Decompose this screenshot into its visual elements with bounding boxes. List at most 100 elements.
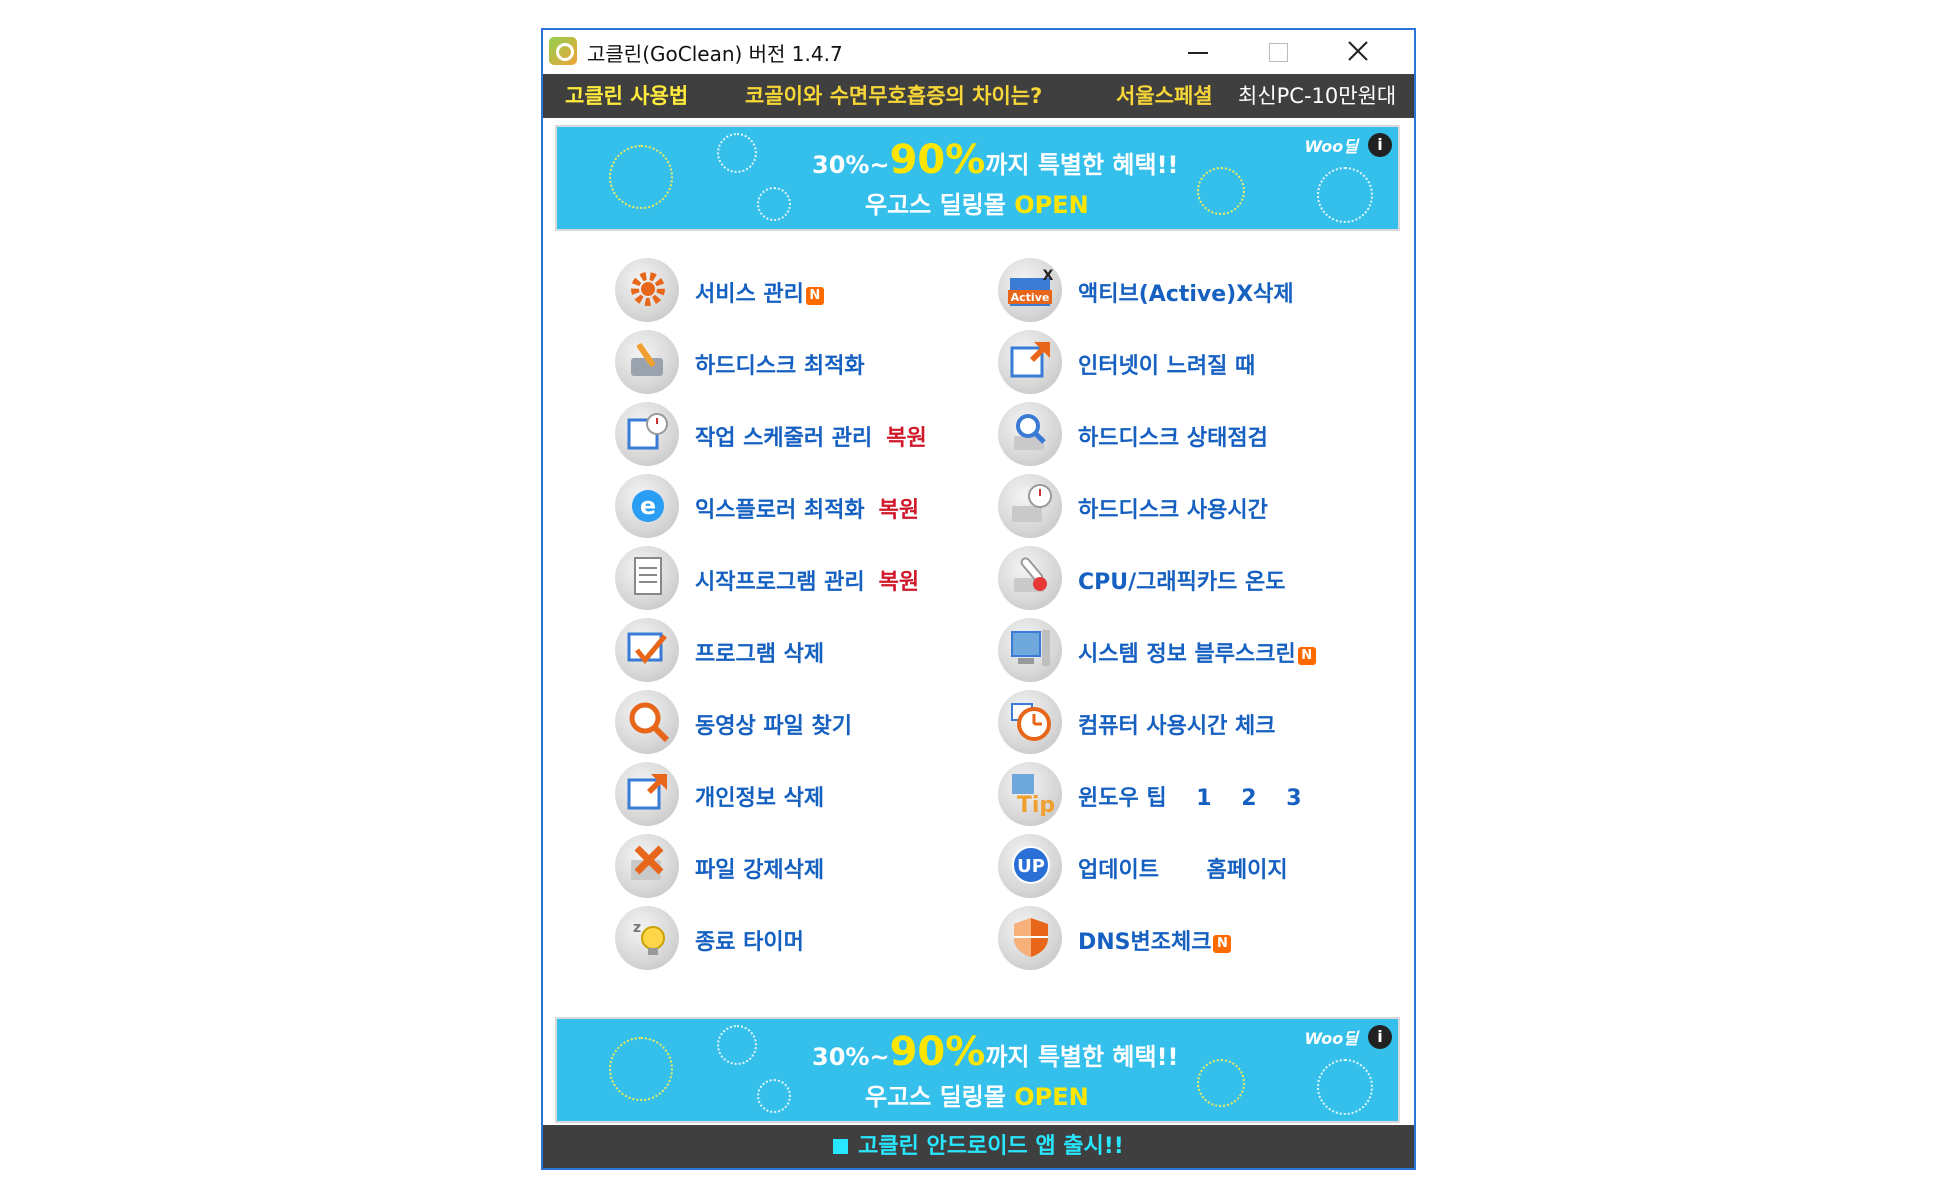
firework-decoration: [1317, 167, 1373, 223]
tip-2-link[interactable]: 2: [1241, 786, 1256, 811]
system-info-item[interactable]: 시스템 정보 블루스크린 N: [998, 618, 1358, 682]
menu-label: 하드디스크 최적화: [695, 354, 865, 379]
banner-subline: 우고스 딜링몰 OPEN: [865, 191, 1089, 219]
checkmark-window-icon: [615, 618, 679, 682]
menu-label: 종료 타이머: [695, 930, 804, 955]
clock-icon: [998, 690, 1062, 754]
restore-link[interactable]: 복원: [879, 570, 919, 595]
menu-label: 액티브(Active)X삭제: [1078, 282, 1294, 307]
news-link[interactable]: 코골이와 수면무호흡증의 차이는?: [745, 74, 1042, 118]
update-item: UP 업데이트 홈페이지: [998, 834, 1338, 898]
tip-icon: Tip: [998, 762, 1062, 826]
tip-3-link[interactable]: 3: [1286, 786, 1301, 811]
menu-label: 서비스 관리 N: [695, 276, 824, 308]
slow-internet-item[interactable]: 인터넷이 느려질 때: [998, 330, 1338, 394]
firework-decoration: [1197, 167, 1245, 215]
new-badge: N: [805, 287, 824, 305]
pc-deal-link[interactable]: 최신PC-10만원대: [1238, 74, 1396, 118]
info-icon[interactable]: i: [1368, 1025, 1392, 1049]
ie-icon: e: [615, 474, 679, 538]
service-manager-item[interactable]: 서비스 관리 N: [615, 258, 915, 322]
menu-label: 하드디스크 사용시간: [1078, 498, 1268, 523]
firework-decoration: [717, 1025, 757, 1065]
seoul-special-link[interactable]: 서울스페셜: [1116, 74, 1213, 118]
banner-brand-logo: Woo딜: [1304, 1029, 1358, 1048]
firework-decoration: [717, 133, 757, 173]
video-finder-item[interactable]: 동영상 파일 찾기: [615, 690, 915, 754]
top-link-bar: 고클린 사용법 코골이와 수면무호흡증의 차이는? 서울스페셜 최신PC-10만…: [543, 74, 1414, 118]
menu-label: 파일 강제삭제: [695, 858, 825, 883]
close-button[interactable]: [1318, 30, 1398, 72]
windows-tip-label[interactable]: 윈도우 팁: [1078, 786, 1167, 811]
shutdown-timer-item[interactable]: z 종료 타이머: [615, 906, 915, 970]
firework-decoration: [1317, 1059, 1373, 1115]
menu-label: 익스플로러 최적화 복원: [695, 498, 920, 523]
disk-health-item[interactable]: 하드디스크 상태점검: [998, 402, 1338, 466]
update-link[interactable]: 업데이트: [1078, 858, 1159, 883]
menu-label: 인터넷이 느려질 때: [1078, 354, 1256, 379]
delete-file-icon: [615, 834, 679, 898]
scheduler-icon: [615, 402, 679, 466]
homepage-link[interactable]: 홈페이지: [1207, 858, 1288, 883]
android-app-link[interactable]: 고클린 안드로이드 앱 출시!!: [858, 1134, 1124, 1159]
thermometer-icon: [998, 546, 1062, 610]
svg-text:z: z: [633, 920, 641, 936]
menu-label: 윈도우 팁 1 2 3: [1078, 780, 1302, 812]
minimize-icon: [1188, 52, 1208, 54]
temperature-item[interactable]: CPU/그래픽카드 온도: [998, 546, 1338, 610]
menu-label: 컴퓨터 사용시간 체크: [1078, 714, 1276, 739]
menu-label: 시작프로그램 관리 복원: [695, 570, 920, 595]
privacy-delete-item[interactable]: 개인정보 삭제: [615, 762, 915, 826]
title-bar[interactable]: 고클린(GoClean) 버전 1.4.7: [543, 30, 1414, 72]
disk-clock-icon: [998, 474, 1062, 538]
menu-label: 개인정보 삭제: [695, 786, 825, 811]
startup-manager-item[interactable]: 시작프로그램 관리 복원: [615, 546, 955, 610]
firework-decoration: [1197, 1059, 1245, 1107]
banner-headline: 30%~90%까지 특별한 혜택!!: [812, 1029, 1179, 1075]
shield-icon: [998, 906, 1062, 970]
info-icon[interactable]: i: [1368, 133, 1392, 157]
computer-icon: [998, 618, 1062, 682]
activex-delete-item[interactable]: Active X 액티브(Active)X삭제: [998, 258, 1338, 322]
firework-decoration: [609, 145, 673, 209]
windows-tip-item: Tip 윈도우 팁 1 2 3: [998, 762, 1338, 826]
menu-label: 하드디스크 상태점검: [1078, 426, 1268, 451]
new-badge: N: [1297, 647, 1316, 665]
force-delete-item[interactable]: 파일 강제삭제: [615, 834, 915, 898]
svg-text:UP: UP: [1017, 856, 1045, 877]
svg-text:e: e: [640, 492, 656, 520]
menu-label: CPU/그래픽카드 온도: [1078, 570, 1286, 595]
firework-decoration: [609, 1037, 673, 1101]
window-title: 고클린(GoClean) 버전 1.4.7: [587, 42, 843, 66]
svg-text:Active: Active: [1011, 291, 1050, 304]
dns-check-item[interactable]: DNS변조체크 N: [998, 906, 1338, 970]
ad-banner-top[interactable]: 30%~90%까지 특별한 혜택!! 우고스 딜링몰 OPEN Woo딜 i: [555, 125, 1400, 231]
close-icon: [1348, 41, 1368, 61]
explorer-optimize-item[interactable]: e 익스플로러 최적화 복원: [615, 474, 955, 538]
disk-usage-time-item[interactable]: 하드디스크 사용시간: [998, 474, 1338, 538]
window-arrow-icon: [615, 762, 679, 826]
gear-icon: [615, 258, 679, 322]
restore-link[interactable]: 복원: [886, 426, 926, 451]
activex-icon: Active X: [998, 258, 1062, 322]
menu-label: 프로그램 삭제: [695, 642, 825, 667]
disk-optimize-item[interactable]: 하드디스크 최적화: [615, 330, 915, 394]
new-badge: N: [1213, 935, 1232, 953]
task-scheduler-item[interactable]: 작업 스케줄러 관리 복원: [615, 402, 955, 466]
minimize-button[interactable]: [1158, 30, 1238, 72]
disk-search-icon: [998, 402, 1062, 466]
program-uninstall-item[interactable]: 프로그램 삭제: [615, 618, 915, 682]
firework-decoration: [757, 1079, 791, 1113]
banner-headline: 30%~90%까지 특별한 혜택!!: [812, 137, 1179, 183]
tip-1-link[interactable]: 1: [1196, 786, 1211, 811]
ad-banner-bottom[interactable]: 30%~90%까지 특별한 혜택!! 우고스 딜링몰 OPEN Woo딜 i: [555, 1017, 1400, 1123]
menu-label: 시스템 정보 블루스크린 N: [1078, 636, 1316, 668]
update-icon[interactable]: UP: [998, 834, 1062, 898]
square-bullet-icon: [833, 1139, 849, 1154]
maximize-button[interactable]: [1238, 30, 1318, 72]
restore-link[interactable]: 복원: [879, 498, 919, 523]
usage-guide-link[interactable]: 고클린 사용법: [565, 74, 688, 118]
footer-bar[interactable]: 고클린 안드로이드 앱 출시!!: [543, 1125, 1414, 1168]
pc-usage-time-item[interactable]: 컴퓨터 사용시간 체크: [998, 690, 1338, 754]
menu-label: 동영상 파일 찾기: [695, 714, 852, 739]
